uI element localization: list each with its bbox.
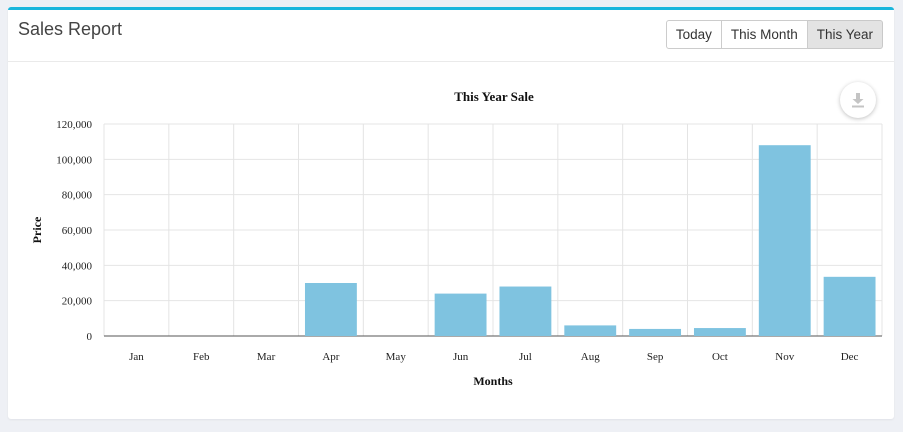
x-tick-label: Apr [322, 351, 339, 363]
x-axis-label: Months [473, 374, 513, 388]
y-tick-label: 100,000 [56, 154, 92, 166]
x-tick-label: Jun [453, 351, 469, 363]
bar-oct[interactable] [693, 328, 746, 336]
y-tick-label: 40,000 [62, 260, 93, 272]
y-axis-ticks: 0 20,000 40,000 60,000 80,000 100,000 120,000 [56, 119, 92, 343]
download-icon [852, 93, 864, 108]
x-tick-label: Aug [581, 351, 600, 363]
y-tick-label: 80,000 [62, 190, 93, 202]
x-tick-label: Nov [775, 351, 794, 363]
bar-dec[interactable] [823, 276, 876, 336]
y-tick-label: 0 [87, 331, 93, 343]
y-tick-label: 60,000 [62, 225, 93, 237]
y-tick-label: 120,000 [56, 119, 92, 131]
download-button[interactable] [840, 82, 876, 118]
x-axis-ticks: Jan Feb Mar Apr May Jun Jul Aug Sep Oct Nov Dec [129, 351, 858, 363]
x-tick-label: Feb [193, 351, 210, 363]
x-tick-label: Sep [647, 351, 664, 363]
sales-report-card: Sales Report Today This Month This Year … [8, 7, 894, 419]
bar-sep[interactable] [629, 328, 682, 336]
bar-jun[interactable] [434, 293, 487, 336]
bars [304, 145, 876, 336]
bar-chart: This Year Sale 0 20,000 40,000 60,000 80,000… [30, 89, 883, 388]
x-tick-label: Dec [841, 351, 859, 363]
y-axis-label: Price [30, 216, 44, 243]
chart-area: This Year Sale 0 20,000 40,000 60,000 80,000… [8, 10, 894, 422]
bar-apr[interactable] [304, 283, 357, 336]
bar-jul[interactable] [499, 286, 552, 336]
x-tick-label: Oct [712, 351, 728, 363]
x-tick-label: May [386, 351, 407, 363]
bar-nov[interactable] [758, 145, 811, 336]
y-tick-label: 20,000 [62, 296, 93, 308]
x-tick-label: Jan [129, 351, 144, 363]
chart-title: This Year Sale [454, 89, 534, 104]
x-tick-label: Jul [519, 351, 532, 363]
x-tick-label: Mar [257, 351, 276, 363]
bar-aug[interactable] [564, 325, 617, 336]
